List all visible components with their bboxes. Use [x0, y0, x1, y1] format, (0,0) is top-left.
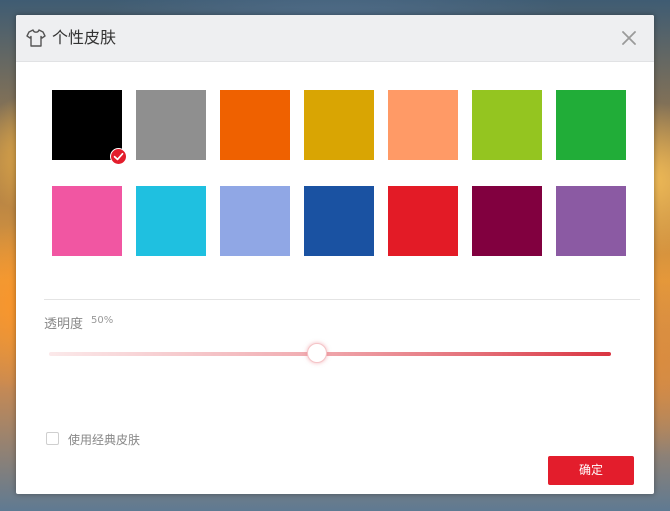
color-swatch-pink[interactable]: [52, 186, 122, 256]
divider: [44, 299, 640, 300]
classic-skin-checkbox[interactable]: [46, 432, 59, 445]
color-swatch-cyan[interactable]: [136, 186, 206, 256]
opacity-slider-track[interactable]: [49, 352, 611, 356]
color-swatch-purple[interactable]: [556, 186, 626, 256]
color-swatch-orange[interactable]: [220, 90, 290, 160]
classic-skin-label[interactable]: 使用经典皮肤: [68, 431, 140, 448]
opacity-slider-handle[interactable]: [307, 343, 328, 363]
confirm-button[interactable]: 确定: [548, 456, 634, 485]
dialog-title: 个性皮肤: [52, 28, 117, 47]
color-swatch-peach[interactable]: [388, 90, 458, 160]
tshirt-icon: [26, 29, 46, 47]
color-swatch-gray[interactable]: [136, 90, 206, 160]
skin-dialog: 个性皮肤 透明度 50% 使用经典皮肤 确定: [16, 15, 654, 494]
color-swatch-lavender[interactable]: [220, 186, 290, 256]
color-swatch-blue[interactable]: [304, 186, 374, 256]
color-swatch-red[interactable]: [388, 186, 458, 256]
opacity-label: 透明度: [44, 317, 84, 332]
color-swatch-wine[interactable]: [472, 186, 542, 256]
color-swatch-lime[interactable]: [472, 90, 542, 160]
color-swatch-black[interactable]: [52, 90, 127, 165]
opacity-value: 50%: [91, 315, 114, 326]
selected-check-icon: [110, 148, 127, 165]
color-swatch-grid: [52, 90, 632, 260]
dialog-titlebar: 个性皮肤: [16, 15, 654, 62]
color-swatch-gold[interactable]: [304, 90, 374, 160]
close-icon[interactable]: [620, 29, 638, 47]
color-swatch-green[interactable]: [556, 90, 626, 160]
